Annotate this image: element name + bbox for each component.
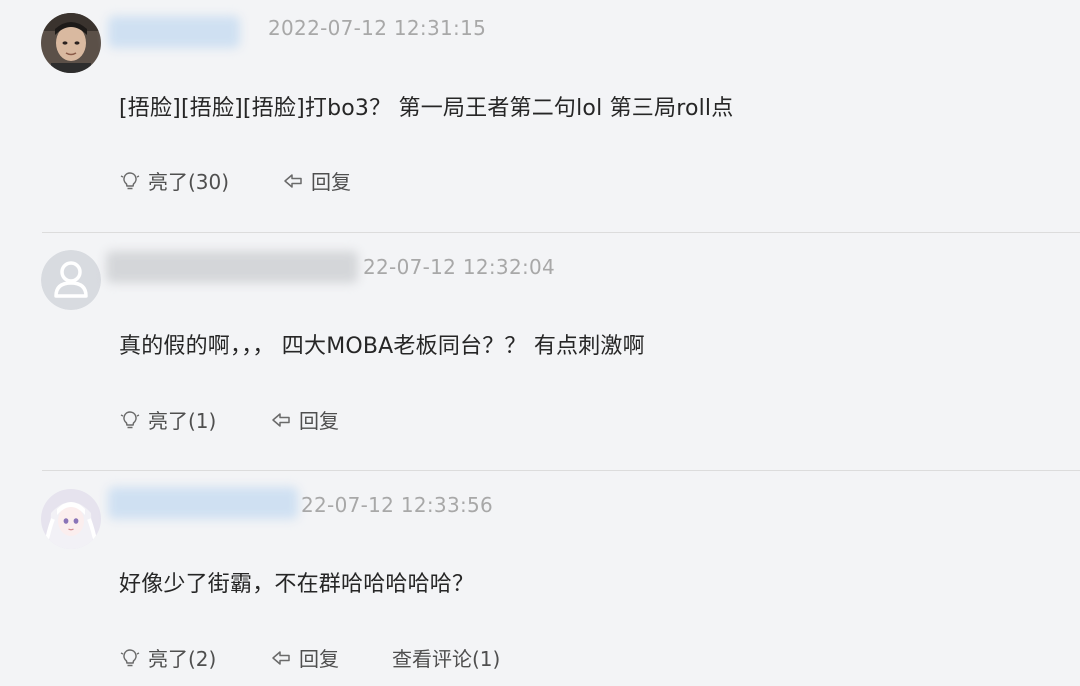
username-redacted[interactable] — [108, 16, 240, 48]
user-avatar[interactable] — [41, 13, 101, 73]
reply-button[interactable]: 回复 — [270, 405, 339, 434]
user-avatar[interactable] — [41, 489, 101, 549]
comment-timestamp: 22-07-12 12:33:56 — [301, 493, 494, 517]
like-count-label: 亮了(30) — [148, 170, 230, 194]
reply-button[interactable]: 回复 — [270, 643, 339, 672]
reply-arrow-icon — [282, 170, 304, 192]
lightbulb-icon — [119, 170, 141, 192]
comment-text: 真的假的啊，，， 四大MOBA老板同台？？ 有点刺激啊 — [119, 334, 645, 359]
lightbulb-icon — [119, 409, 141, 431]
like-button[interactable]: 亮了(1) — [119, 405, 216, 434]
view-comments-link[interactable]: 查看评论(1) — [392, 643, 500, 672]
comment-item: 2022-07-12 12:31:15 [捂脸][捂脸][捂脸]打bo3？ 第一… — [0, 0, 1080, 232]
comment-timestamp: 22-07-12 12:32:04 — [363, 255, 556, 279]
comment-text: [捂脸][捂脸][捂脸]打bo3？ 第一局王者第二句lol 第三局roll点 — [119, 96, 734, 121]
comment-timestamp: 2022-07-12 12:31:15 — [268, 16, 487, 40]
comment-text: 好像少了街霸，不在群哈哈哈哈哈？ — [119, 572, 475, 597]
like-count-label: 亮了(1) — [148, 409, 217, 433]
reply-label: 回复 — [299, 409, 339, 433]
reply-arrow-icon — [270, 409, 292, 431]
comment-item: 22-07-12 12:33:56 好像少了街霸，不在群哈哈哈哈哈？ 亮了(2)… — [0, 471, 1080, 686]
reply-label: 回复 — [299, 647, 339, 671]
username-redacted[interactable] — [106, 251, 358, 283]
like-button[interactable]: 亮了(30) — [119, 166, 229, 195]
reply-arrow-icon — [270, 647, 292, 669]
username-redacted[interactable] — [108, 487, 298, 519]
like-button[interactable]: 亮了(2) — [119, 643, 216, 672]
reply-button[interactable]: 回复 — [282, 166, 351, 195]
user-avatar[interactable] — [41, 250, 101, 310]
view-comments-label: 查看评论(1) — [392, 647, 501, 671]
lightbulb-icon — [119, 647, 141, 669]
reply-label: 回复 — [311, 170, 351, 194]
like-count-label: 亮了(2) — [148, 647, 217, 671]
comment-item: 22-07-12 12:32:04 真的假的啊，，， 四大MOBA老板同台？？ … — [0, 233, 1080, 470]
